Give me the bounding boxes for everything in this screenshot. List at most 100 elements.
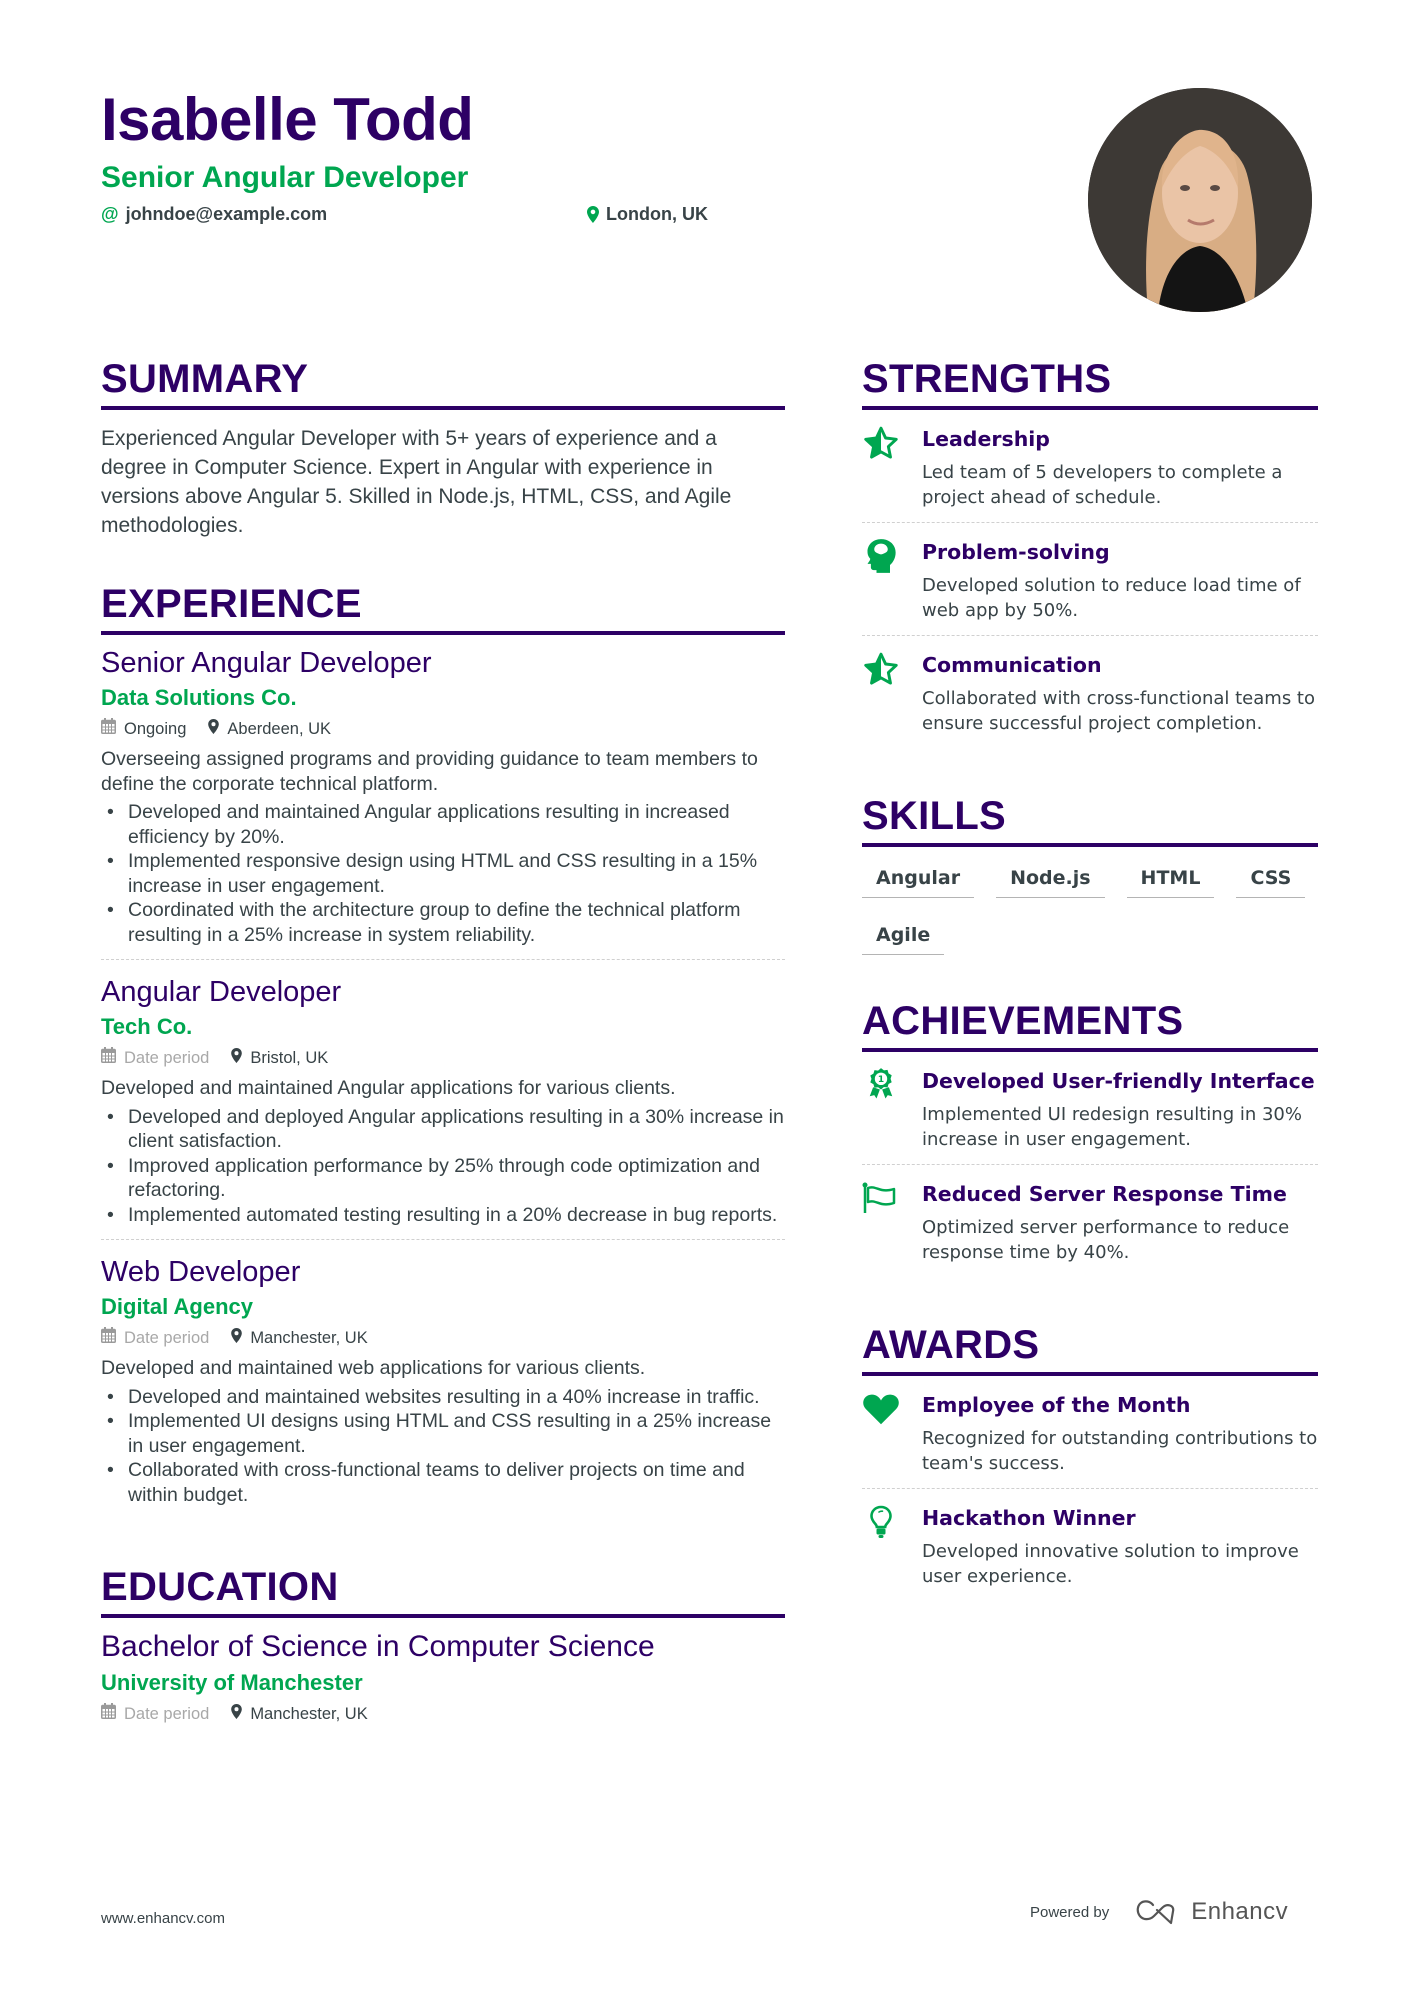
calendar-icon [101,1326,116,1350]
education-location: Manchester, UK [250,1705,368,1723]
profile-photo [1088,88,1312,312]
achievement-description: Implemented UI redesign resulting in 30%… [922,1104,1302,1150]
footer-powered-by: Powered by Enhancv [1030,1898,1288,1926]
skill-tag: Agile [862,918,945,955]
experience-section: EXPERIENCE Senior Angular Developer Data… [101,580,785,1519]
contact-email[interactable]: @ johndoe@example.com [101,202,327,226]
experience-item: Angular Developer Tech Co. Date period B… [101,974,785,1240]
strength-description: Collaborated with cross-functional teams… [922,688,1315,734]
flag-icon [862,1181,900,1215]
location-text: London, UK [606,204,708,224]
job-role: Web Developer [101,1256,301,1288]
award-title: Hackathon Winner [922,1506,1136,1530]
strength-item: Communication Collaborated with cross-fu… [862,650,1318,748]
school-name: University of Manchester [101,1670,363,1695]
skills-list: Angular Node.js HTML CSS Agile [862,861,1318,955]
map-pin-icon [208,717,220,741]
section-divider [862,843,1318,847]
heart-icon [862,1392,900,1426]
candidate-title: Senior Angular Developer [101,161,469,194]
section-title: STRENGTHS [862,357,1112,401]
contact-location: London, UK [587,202,708,226]
achievement-title: Reduced Server Response Time [922,1182,1287,1206]
job-location: Bristol, UK [250,1049,329,1067]
education-date: Date period [124,1705,210,1723]
job-date: Ongoing [124,720,187,738]
summary-text: Experienced Angular Developer with 5+ ye… [101,427,732,537]
calendar-icon [101,1046,116,1070]
bullet-item: Implemented automated testing resulting … [101,1203,785,1228]
skills-section: SKILLS Angular Node.js HTML CSS Agile [862,792,1318,955]
strength-title: Problem-solving [922,540,1110,564]
candidate-name: Isabelle Todd [101,86,474,153]
strength-item: Problem-solving Developed solution to re… [862,537,1318,636]
strength-item: Leadership Led team of 5 developers to c… [862,424,1318,523]
bullet-item: Developed and maintained Angular applica… [101,800,785,849]
calendar-icon [101,717,116,741]
job-role: Senior Angular Developer [101,647,432,679]
section-title: ACHIEVEMENTS [862,999,1184,1043]
strength-description: Developed solution to reduce load time o… [922,575,1301,621]
bullet-item: Implemented UI designs using HTML and CS… [101,1409,785,1458]
skill-tag: HTML [1126,861,1215,898]
job-date: Date period [124,1329,210,1347]
award-item: Hackathon Winner Developed innovative so… [862,1503,1318,1601]
award-description: Recognized for outstanding contributions… [922,1428,1318,1474]
company-name: Digital Agency [101,1294,253,1319]
map-pin-icon [231,1702,243,1726]
job-bullets: Developed and deployed Angular applicati… [101,1105,785,1228]
award-item: Employee of the Month Recognized for out… [862,1390,1318,1489]
summary-section: SUMMARY Experienced Angular Developer wi… [101,355,785,540]
company-name: Tech Co. [101,1014,193,1039]
section-divider [101,631,785,635]
job-location: Manchester, UK [250,1329,368,1347]
strength-description: Led team of 5 developers to complete a p… [922,462,1283,508]
education-item: Bachelor of Science in Computer Science … [101,1628,785,1726]
skill-tag: CSS [1236,861,1306,898]
section-divider [862,406,1318,410]
half-star-icon [862,652,900,686]
svg-text:1: 1 [878,1075,884,1085]
map-pin-icon [231,1046,243,1070]
job-description: Developed and maintained web application… [101,1357,646,1379]
section-title: SUMMARY [101,357,309,401]
lightbulb-icon [862,1505,900,1539]
achievements-section: ACHIEVEMENTS 1 Developed User-friendly I… [862,997,1318,1277]
section-title: AWARDS [862,1323,1040,1367]
contact-row: @ johndoe@example.com London, UK [101,202,1101,228]
job-bullets: Developed and maintained Angular applica… [101,800,785,947]
award-title: Employee of the Month [922,1393,1191,1417]
enhancv-logo-icon [1136,1900,1175,1925]
awards-section: AWARDS Employee of the Month Recognized … [862,1321,1318,1601]
section-divider [862,1048,1318,1052]
calendar-icon [101,1702,116,1726]
experience-item: Web Developer Digital Agency Date period… [101,1254,785,1519]
brand-name: Enhancv [1191,1898,1289,1925]
job-location: Aberdeen, UK [227,720,332,738]
education-meta: Date period Manchester, UK [101,1702,785,1726]
right-column: STRENGTHS Leadership Led team of 5 devel… [862,355,1318,1615]
job-description: Developed and maintained Angular applica… [101,1077,676,1099]
bullet-item: Collaborated with cross-functional teams… [101,1458,785,1507]
section-title: SKILLS [862,794,1007,838]
bullet-item: Developed and maintained websites result… [101,1385,785,1410]
experience-item: Senior Angular Developer Data Solutions … [101,645,785,960]
company-name: Data Solutions Co. [101,685,297,710]
achievement-item: 1 Developed User-friendly Interface Impl… [862,1066,1318,1165]
brain-head-icon [862,539,900,573]
award-description: Developed innovative solution to improve… [922,1541,1299,1587]
strength-title: Leadership [922,427,1050,451]
enhancv-logo[interactable]: Enhancv [1135,1898,1288,1926]
at-icon: @ [101,204,119,224]
footer-website-link[interactable]: www.enhancv.com [101,1910,225,1927]
job-meta: Date period Bristol, UK [101,1046,785,1070]
achievement-title: Developed User-friendly Interface [922,1069,1315,1093]
job-role: Angular Developer [101,976,342,1008]
skill-tag: Node.js [996,861,1105,898]
bullet-item: Improved application performance by 25% … [101,1154,785,1203]
achievement-item: Reduced Server Response Time Optimized s… [862,1179,1318,1277]
half-star-icon [862,426,900,460]
job-meta: Ongoing Aberdeen, UK [101,717,785,741]
job-bullets: Developed and maintained websites result… [101,1385,785,1508]
email-text: johndoe@example.com [125,204,328,224]
